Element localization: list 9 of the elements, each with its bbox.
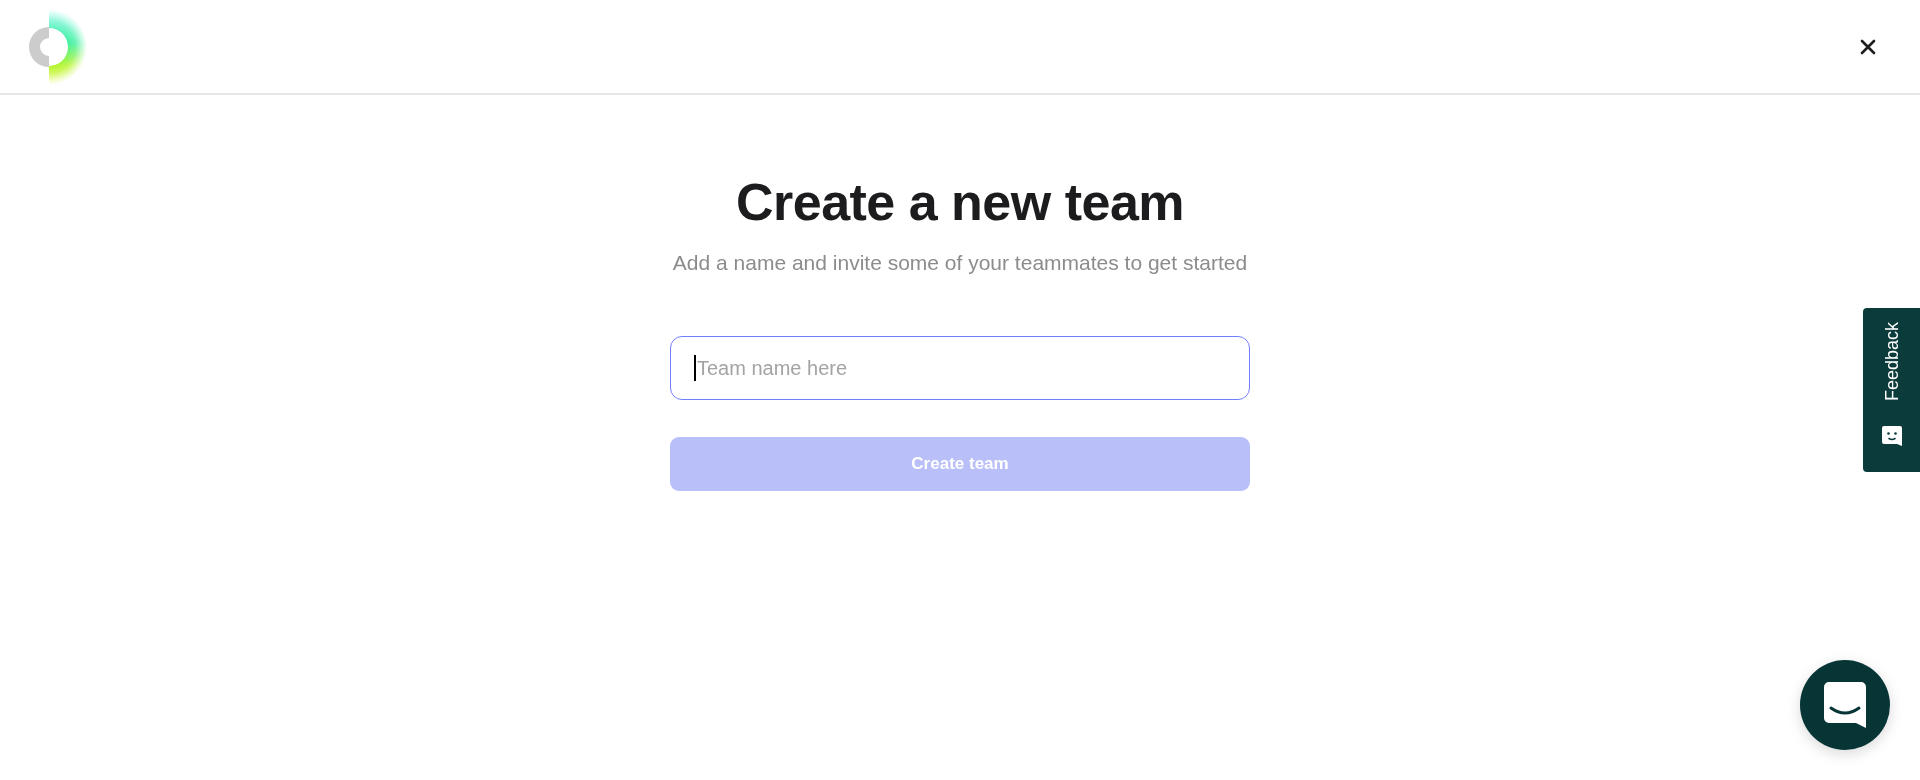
feedback-tab[interactable]: Feedback bbox=[1863, 308, 1920, 472]
team-name-field[interactable]: Team name here bbox=[670, 336, 1250, 400]
page-title: Create a new team bbox=[735, 172, 1185, 233]
smiley-chat-icon bbox=[1880, 425, 1903, 448]
page-subtitle: Add a name and invite some of your teammates to get started bbox=[672, 250, 1248, 276]
chat-launcher-button[interactable] bbox=[1800, 660, 1890, 750]
chat-bubble-icon bbox=[1824, 682, 1866, 728]
close-icon bbox=[1860, 38, 1876, 55]
text-cursor-icon bbox=[694, 355, 696, 381]
